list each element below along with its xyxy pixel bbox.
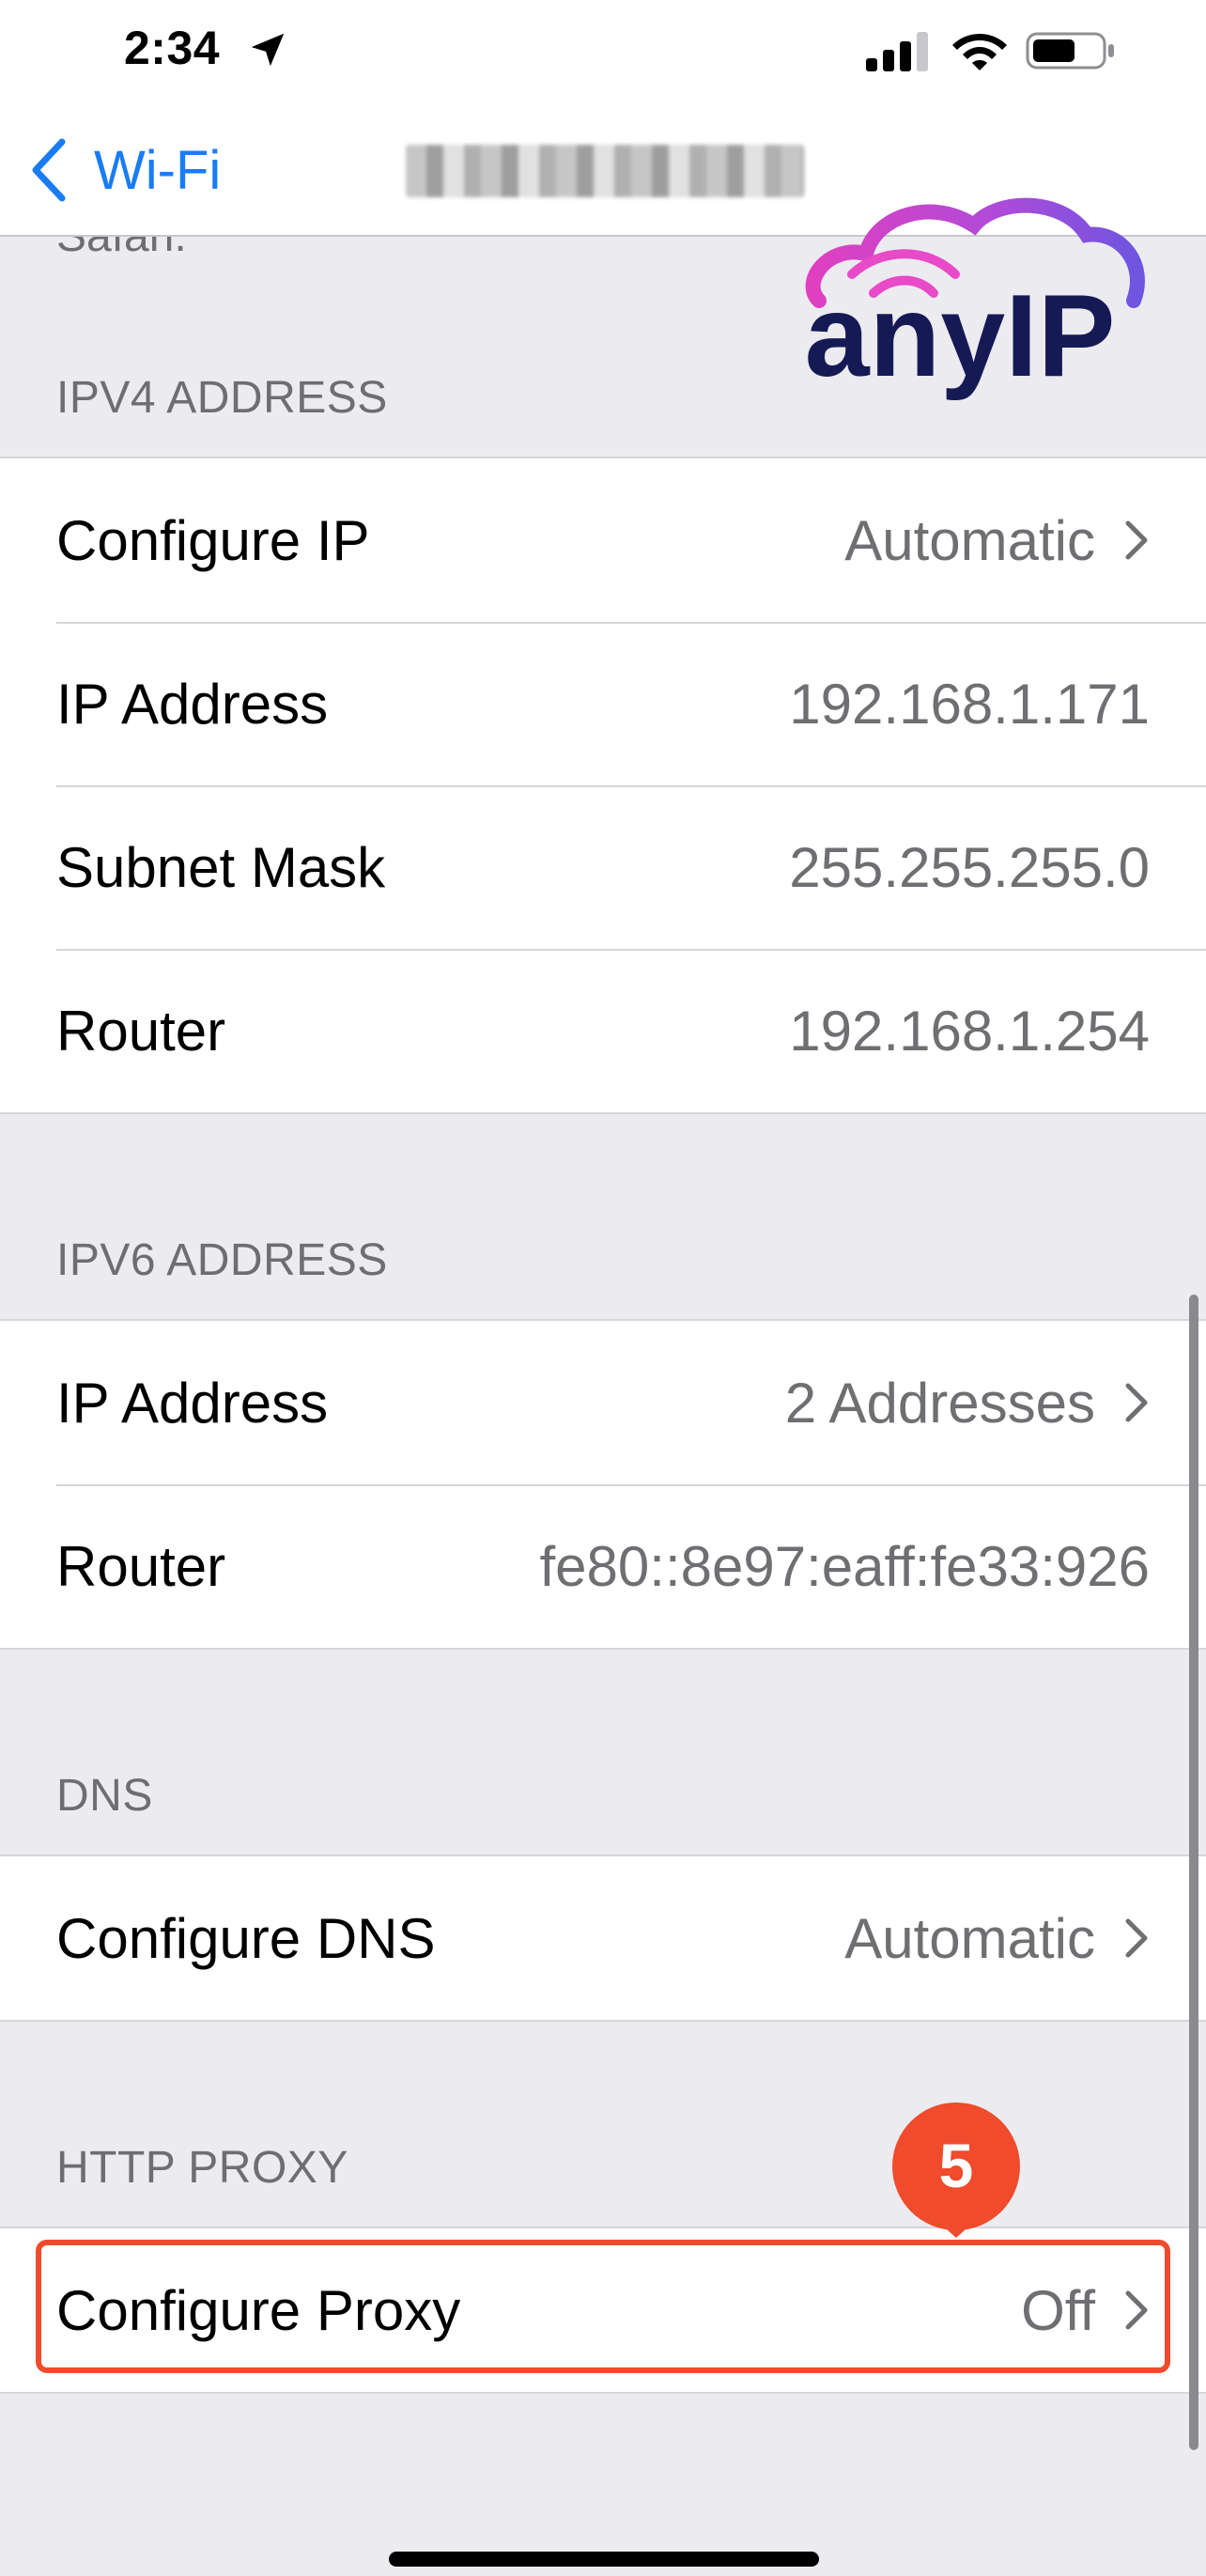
- row-value: Automatic: [844, 508, 1095, 572]
- highlight-box: [36, 2240, 1170, 2373]
- row-label: Configure IP: [56, 508, 370, 572]
- scroll-indicator[interactable]: [1189, 1295, 1198, 2450]
- row-value: 2 Addresses: [784, 1371, 1095, 1435]
- wifi-icon: [952, 34, 1007, 70]
- battery-icon: [1026, 32, 1114, 70]
- ipv6-group: IP Address 2 Addresses Router fe80::8e97…: [0, 1319, 1206, 1650]
- chevron-right-icon: [1125, 520, 1148, 560]
- row-ip-address: IP Address 192.168.1.171: [0, 622, 1206, 785]
- row-value: 255.255.255.0: [789, 835, 1150, 899]
- back-button[interactable]: Wi-Fi: [28, 132, 221, 209]
- status-time: 2:34: [124, 22, 221, 74]
- row-subnet-mask: Subnet Mask 255.255.255.0: [0, 785, 1206, 949]
- logo-text: anyIP: [805, 272, 1116, 401]
- chevron-right-icon: [1125, 1918, 1148, 1958]
- section-header-ipv4: IPV4 ADDRESS: [56, 373, 388, 423]
- row-value: Automatic: [844, 1906, 1095, 1970]
- section-header-http-proxy: HTTP PROXY: [56, 2143, 348, 2193]
- section-header-ipv6: IPV6 ADDRESS: [56, 1235, 388, 1285]
- network-name-redacted: [406, 145, 804, 197]
- chevron-left-icon: [32, 138, 66, 202]
- section-header-dns: DNS: [56, 1771, 153, 1821]
- row-ipv6-router: Router fe80::8e97:eaff:fe33:926: [0, 1484, 1206, 1648]
- home-indicator: [389, 2552, 819, 2567]
- row-value: fe80::8e97:eaff:fe33:926: [539, 1534, 1150, 1598]
- row-ipv6-address[interactable]: IP Address 2 Addresses: [0, 1321, 1206, 1484]
- anyip-logo: anyIP: [805, 197, 1145, 401]
- settings-content[interactable]: Safari. IPV4 ADDRESS Configure IP Automa…: [0, 237, 1206, 2576]
- truncated-footer-text: Safari.: [56, 237, 187, 262]
- step-number: 5: [938, 2131, 974, 2200]
- row-label: IP Address: [56, 1371, 329, 1435]
- back-button-label: Wi-Fi: [94, 139, 222, 201]
- row-value: 192.168.1.171: [789, 672, 1150, 736]
- row-configure-ip[interactable]: Configure IP Automatic: [0, 458, 1206, 622]
- row-label: IP Address: [56, 672, 329, 736]
- row-label: Configure DNS: [56, 1906, 436, 1970]
- row-configure-dns[interactable]: Configure DNS Automatic: [0, 1856, 1206, 2020]
- row-router: Router 192.168.1.254: [0, 949, 1206, 1112]
- cellular-signal-icon: [866, 32, 928, 71]
- status-bar: 2:34: [0, 0, 1206, 103]
- dns-group: Configure DNS Automatic: [0, 1854, 1206, 2022]
- row-label: Router: [56, 999, 226, 1063]
- chevron-right-icon: [1125, 1383, 1148, 1422]
- ipv4-group: Configure IP Automatic IP Address 192.16…: [0, 457, 1206, 1114]
- row-label: Subnet Mask: [56, 835, 386, 899]
- row-label: Router: [56, 1534, 226, 1598]
- row-value: 192.168.1.254: [789, 999, 1150, 1063]
- location-arrow-icon: [251, 33, 285, 67]
